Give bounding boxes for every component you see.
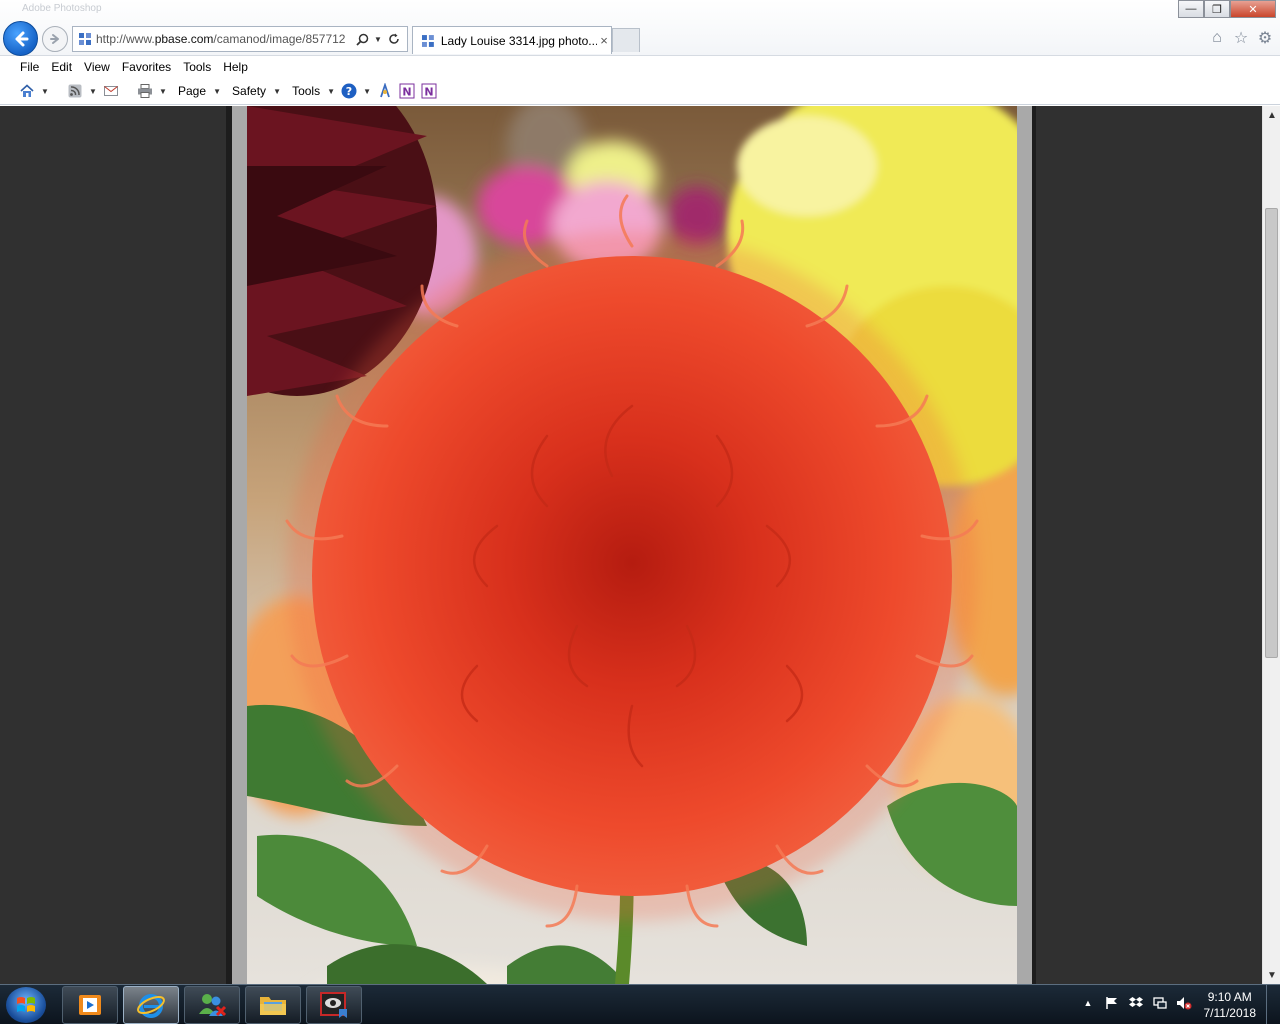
- window-controls: — ❐ ✕: [1178, 0, 1276, 18]
- print-dropdown-icon[interactable]: ▼: [158, 87, 168, 96]
- taskbar: ▲ 9:10 AM 7/11/2018: [0, 984, 1280, 1024]
- menu-tools[interactable]: Tools: [177, 60, 217, 74]
- help-dropdown-icon[interactable]: ▼: [362, 87, 372, 96]
- menu-view[interactable]: View: [78, 60, 116, 74]
- new-tab-button[interactable]: [612, 28, 640, 52]
- taskbar-media-player[interactable]: [62, 986, 118, 1024]
- back-icon: [15, 31, 28, 46]
- flag-icon[interactable]: [1104, 995, 1120, 1011]
- home-icon[interactable]: [18, 82, 36, 100]
- tray-expand-icon[interactable]: ▲: [1080, 995, 1096, 1011]
- vertical-scrollbar[interactable]: ▲ ▼: [1262, 106, 1280, 984]
- safety-dropdown-icon[interactable]: ▼: [272, 87, 282, 96]
- scroll-up-icon[interactable]: ▲: [1263, 106, 1280, 124]
- network-icon[interactable]: [1152, 995, 1168, 1011]
- ghost-window-title: Adobe Photoshop: [22, 3, 102, 14]
- media-player-icon: [79, 995, 101, 1015]
- scrollbar-thumb[interactable]: [1265, 208, 1278, 658]
- tab-title: Lady Louise 3314.jpg photo...: [440, 33, 598, 48]
- tools-menu[interactable]: Tools: [286, 84, 322, 98]
- safety-menu[interactable]: Safety: [226, 84, 268, 98]
- onenote-icon[interactable]: N: [398, 82, 416, 100]
- page-dropdown-icon[interactable]: ▼: [212, 87, 222, 96]
- tab-active[interactable]: Lady Louise 3314.jpg photo... ×: [412, 26, 612, 54]
- scroll-down-icon[interactable]: ▼: [1263, 966, 1280, 984]
- clock[interactable]: 9:10 AM 7/11/2018: [1204, 989, 1257, 1021]
- site-favicon-icon: [79, 33, 91, 45]
- menu-edit[interactable]: Edit: [45, 60, 78, 74]
- menu-bar: File Edit View Favorites Tools Help: [0, 56, 1280, 78]
- address-bar[interactable]: http://www.pbase.com/camanod/image/85771…: [72, 26, 408, 52]
- dropdown-icon[interactable]: ▼: [370, 31, 386, 47]
- forward-button[interactable]: [42, 26, 68, 52]
- feeds-dropdown-icon[interactable]: ▼: [88, 87, 98, 96]
- dropbox-icon[interactable]: [1128, 995, 1144, 1011]
- dahlia-photo[interactable]: [247, 106, 1017, 984]
- system-tray: ▲: [1080, 995, 1192, 1011]
- star-icon[interactable]: ☆: [1232, 29, 1250, 47]
- home-icon[interactable]: ⌂: [1208, 29, 1226, 47]
- feeds-icon[interactable]: [66, 82, 84, 100]
- tab-favicon-icon: [421, 34, 434, 47]
- search-icon[interactable]: [354, 31, 370, 47]
- taskbar-photo-viewer[interactable]: [306, 986, 362, 1024]
- page-menu[interactable]: Page: [172, 84, 208, 98]
- taskbar-internet-explorer[interactable]: [123, 986, 179, 1024]
- print-icon[interactable]: [136, 82, 154, 100]
- browser-right-icons: ⌂ ☆ ⚙: [1208, 29, 1274, 47]
- svg-text:?: ?: [346, 85, 352, 98]
- page-viewport: [0, 106, 1262, 984]
- menu-help[interactable]: Help: [217, 60, 254, 74]
- mail-icon[interactable]: [102, 82, 120, 100]
- windows-logo-icon: [17, 997, 35, 1012]
- start-button[interactable]: [6, 987, 46, 1023]
- minimize-button[interactable]: —: [1178, 0, 1204, 18]
- folder-icon: [260, 997, 286, 1015]
- volume-muted-icon[interactable]: [1176, 995, 1192, 1011]
- research-icon[interactable]: [376, 82, 394, 100]
- menu-favorites[interactable]: Favorites: [116, 60, 177, 74]
- internet-explorer-icon: [137, 994, 165, 1018]
- clock-time: 9:10 AM: [1207, 990, 1252, 1004]
- taskbar-file-explorer[interactable]: [245, 986, 301, 1024]
- dahlia-photo-image: [247, 106, 1017, 984]
- address-url[interactable]: http://www.pbase.com/camanod/image/85771…: [96, 32, 354, 46]
- forward-icon: [50, 34, 59, 44]
- show-desktop-button[interactable]: [1266, 985, 1280, 1024]
- onenote-icon[interactable]: N: [420, 82, 438, 100]
- help-icon[interactable]: ?: [340, 82, 358, 100]
- home-dropdown-icon[interactable]: ▼: [40, 87, 50, 96]
- gear-icon[interactable]: ⚙: [1256, 29, 1274, 47]
- refresh-icon[interactable]: [386, 31, 402, 47]
- tools-dropdown-icon[interactable]: ▼: [326, 87, 336, 96]
- eye-image-icon: [320, 992, 347, 1018]
- clock-date: 7/11/2018: [1203, 1006, 1257, 1020]
- svg-text:N: N: [424, 86, 433, 99]
- command-bar: ▼ ▼ ▼ Page ▼ Safety ▼ Tools ▼ ? ▼ N N: [0, 78, 1280, 105]
- messenger-icon: [199, 994, 227, 1017]
- svg-text:N: N: [402, 86, 411, 99]
- back-button[interactable]: [3, 21, 38, 56]
- restore-button[interactable]: ❐: [1204, 0, 1230, 18]
- close-button[interactable]: ✕: [1230, 0, 1276, 18]
- taskbar-messenger[interactable]: [184, 986, 240, 1024]
- menu-file[interactable]: File: [14, 60, 45, 74]
- title-bar: Adobe Photoshop http://www.pbase.com/cam…: [0, 0, 1280, 56]
- tab-close-icon[interactable]: ×: [597, 33, 611, 48]
